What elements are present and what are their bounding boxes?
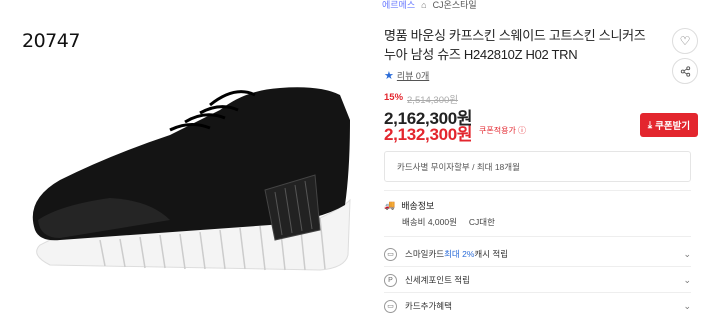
breadcrumb-prev[interactable]: 에르메스 xyxy=(382,0,415,11)
shinsegae-point-row[interactable]: P 신세계포인트 적립 ⌄ xyxy=(384,270,691,290)
wishlist-button[interactable]: ♡ xyxy=(672,28,698,54)
shipping-carrier: CJ대한 xyxy=(468,217,495,227)
product-info-panel: 에르메스 ⌂ CJ온스타일 명품 바운싱 카프스킨 스웨이드 고트스킨 스니커즈… xyxy=(372,0,720,317)
sneaker-image xyxy=(32,87,351,271)
coupon-download-button[interactable]: ⤓ 쿠폰받기 xyxy=(640,113,698,137)
share-button[interactable] xyxy=(672,58,698,84)
divider xyxy=(384,236,691,237)
heart-icon: ♡ xyxy=(679,34,691,48)
installment-info: 카드사별 무이자할부 / 최대 18개월 xyxy=(384,151,691,182)
shipping-header: 🚚 배송정보 xyxy=(384,199,434,212)
shipping-title: 배송정보 xyxy=(401,201,435,211)
card-icon: ▭ xyxy=(384,299,397,313)
share-icon xyxy=(680,65,690,77)
divider xyxy=(384,190,691,191)
review-link[interactable]: ★ 리뷰 0개 xyxy=(384,69,429,82)
review-count: 리뷰 0개 xyxy=(396,71,430,81)
benefit-highlight: 최대 2% xyxy=(444,249,475,259)
card-extra-benefit-row[interactable]: ▭ 카드추가혜택 ⌄ xyxy=(384,296,691,316)
product-image-panel: 20747 xyxy=(0,0,365,317)
chevron-down-icon: ⌄ xyxy=(683,274,691,285)
product-title: 명품 바운싱 카프스킨 스웨이드 고트스킨 스니커즈 누아 남성 슈즈 H242… xyxy=(384,28,646,62)
card-extra-label: 카드추가혜택 xyxy=(405,301,452,311)
coupon-button-label: 쿠폰받기 xyxy=(655,121,691,132)
point-label: 신세계포인트 적립 xyxy=(405,275,470,285)
chevron-down-icon: ⌄ xyxy=(683,300,691,311)
download-icon: ⤓ xyxy=(647,119,653,131)
coupon-price-tag[interactable]: 쿠폰적용가 ⓘ xyxy=(479,125,526,136)
star-icon: ★ xyxy=(384,70,394,82)
shipping-fee: 배송비 4,000원 xyxy=(402,217,457,227)
point-icon: P xyxy=(384,273,397,287)
divider xyxy=(384,266,691,267)
divider xyxy=(384,292,691,293)
breadcrumb-brand[interactable]: CJ온스타일 xyxy=(433,0,477,11)
shipping-detail: 배송비 4,000원 CJ대한 xyxy=(402,216,495,228)
chevron-down-icon: ⌄ xyxy=(683,248,691,259)
breadcrumb: 에르메스 ⌂ CJ온스타일 xyxy=(382,0,477,11)
benefit-prefix: 스마일카드 xyxy=(405,249,445,259)
home-icon[interactable]: ⌂ xyxy=(421,0,426,10)
truck-icon: 🚚 xyxy=(384,200,396,210)
smilecard-benefit-row[interactable]: ▭ 스마일카드 최대 2% 캐시 적립 ⌄ xyxy=(384,244,691,264)
card-icon: ▭ xyxy=(384,247,397,261)
coupon-price: 2,132,300원 xyxy=(384,125,473,144)
product-code: 20747 xyxy=(22,30,80,52)
benefit-suffix: 캐시 적립 xyxy=(474,249,509,259)
